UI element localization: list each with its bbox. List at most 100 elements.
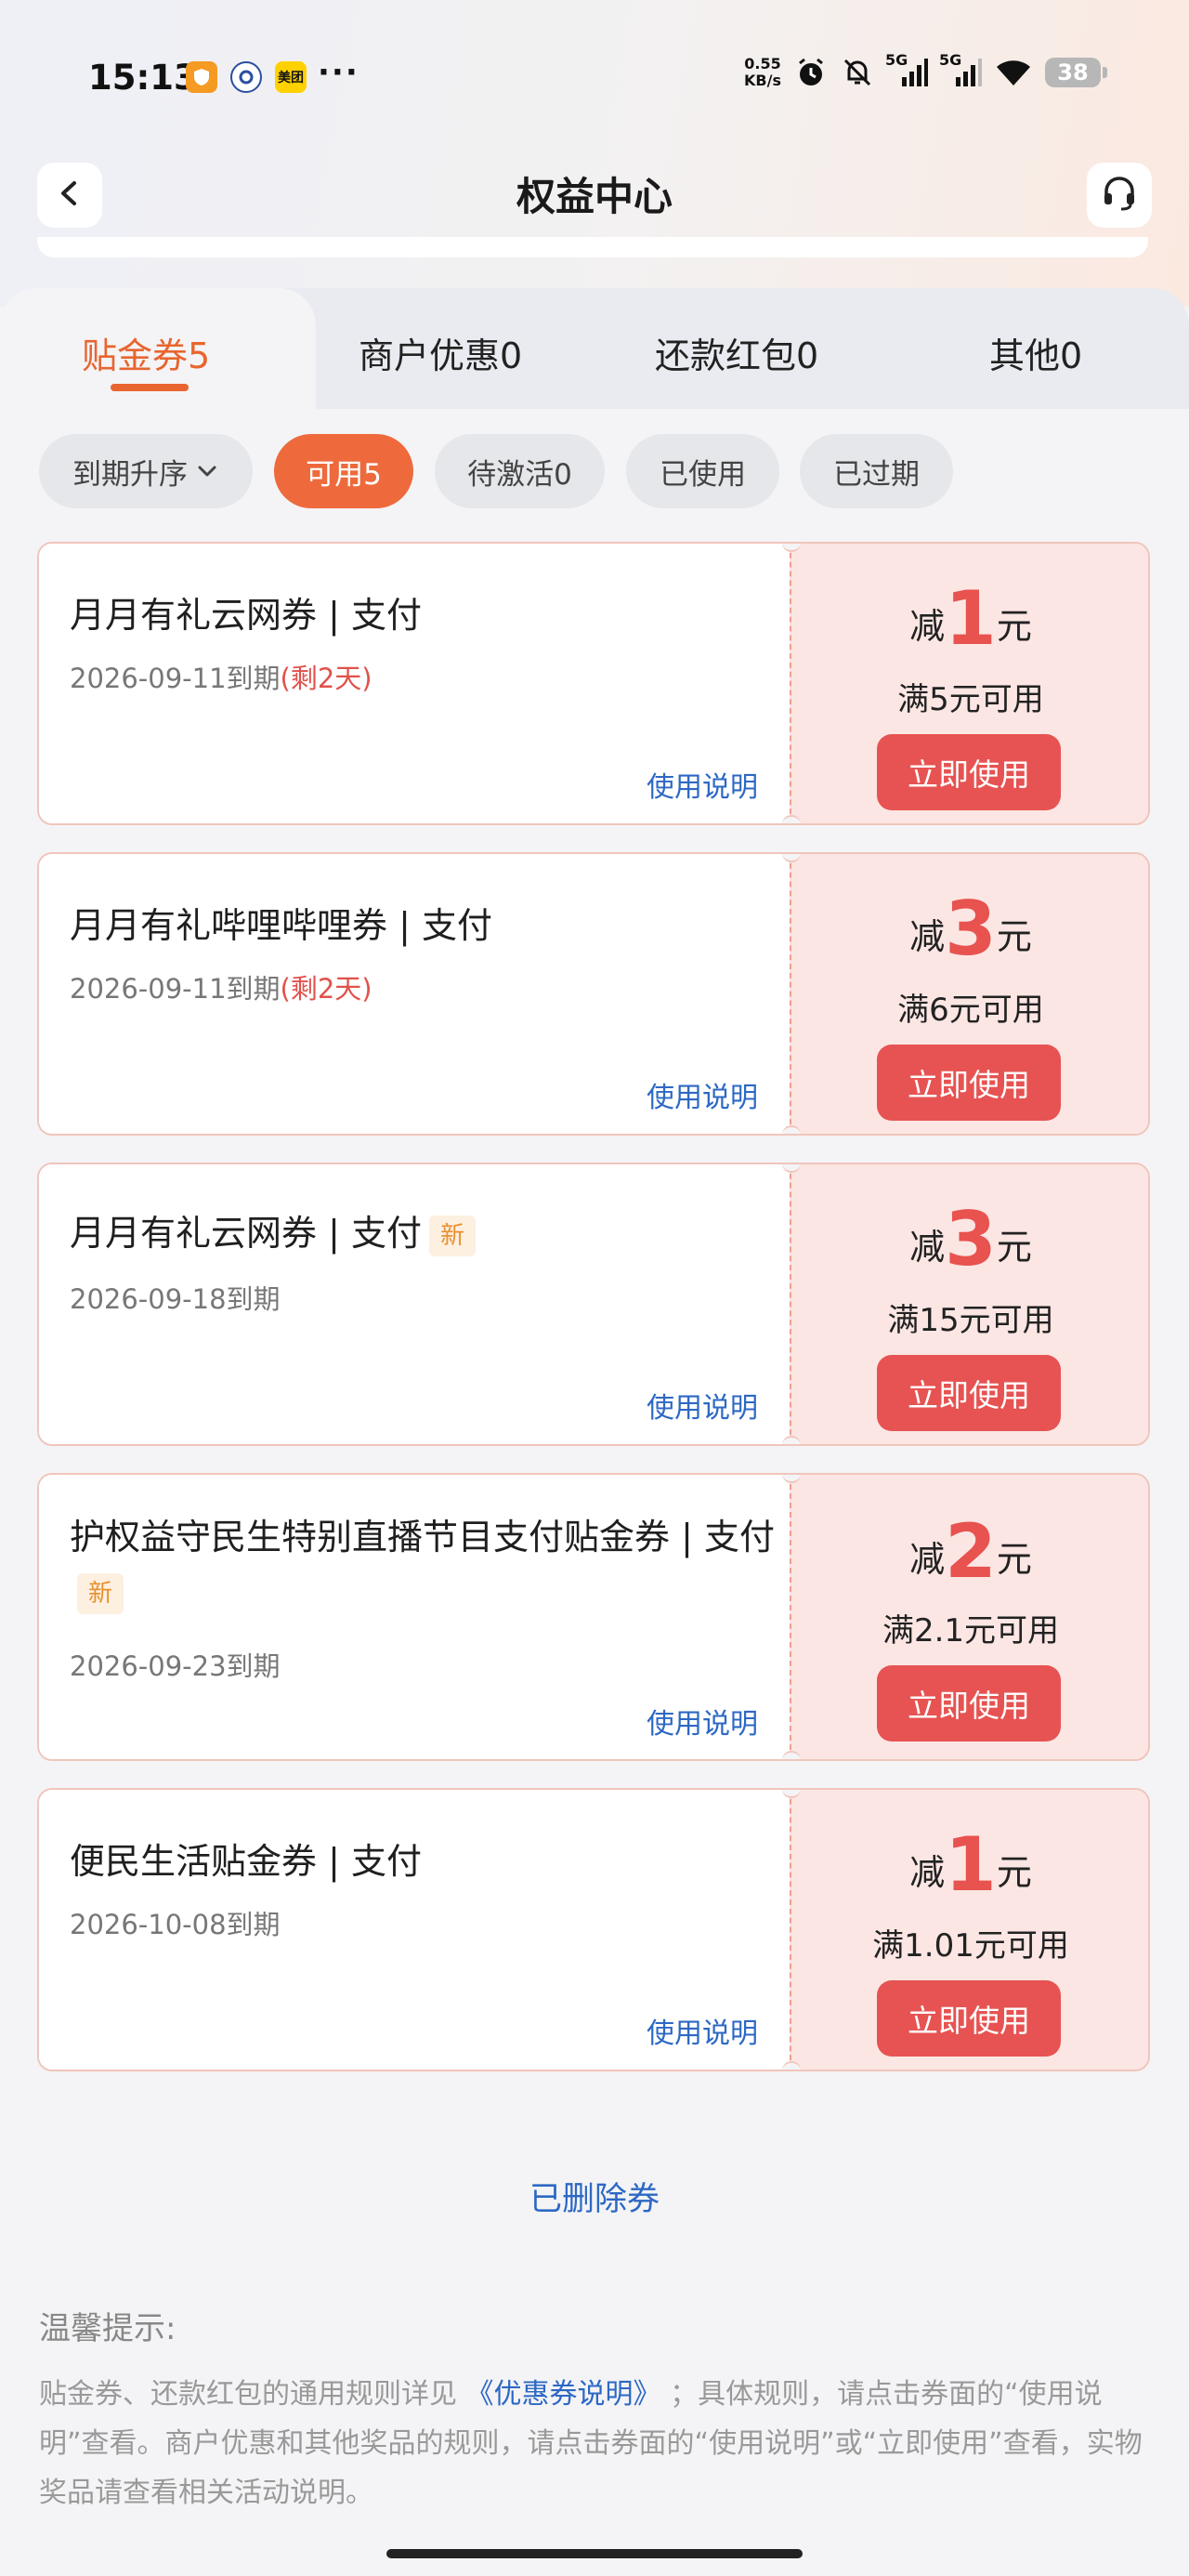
coupon-amount-prefix: 减 [909, 606, 946, 647]
coupon-title: 月月有礼云网券 | 支付新 [70, 1206, 776, 1260]
coupon-title: 便民生活贴金券 | 支付 [70, 1841, 422, 1882]
tab-coupons[interactable]: 贴金券5 [82, 327, 210, 378]
filter-pending-activation[interactable]: 待激活0 [435, 434, 605, 508]
coupon-amount-value: 3 [945, 1196, 997, 1282]
coupon-info: 月月有礼云网券 | 支付新 2026-09-18到期 使用说明 [39, 1164, 791, 1444]
new-badge: 新 [428, 1215, 476, 1256]
coupon-amount-value: 1 [945, 1821, 997, 1908]
coupon-card: 便民生活贴金券 | 支付 2026-10-08到期 使用说明 减1元 满1.01… [37, 1788, 1150, 2071]
coupon-card: 月月有礼哔哩哔哩券 | 支付 2026-09-11到期(剩2天) 使用说明 减3… [37, 852, 1150, 1136]
use-now-button[interactable]: 立即使用 [877, 1980, 1061, 2057]
coupon-condition: 满15元可用 [887, 1302, 1054, 1339]
coupon-card: 护权益守民生特别直播节目支付贴金券 | 支付新 2026-09-23到期 使用说… [37, 1473, 1150, 1761]
coupon-expiry: 2026-09-23到期 [70, 1645, 281, 1684]
coupon-usage-rules-link[interactable]: 使用说明 [647, 1701, 758, 1741]
tips-text-1: 贴金券、还款红包的通用规则详见 [39, 2378, 457, 2411]
coupon-usage-rules-link[interactable]: 使用说明 [647, 2010, 758, 2051]
coupon-expiry-date: 2026-09-11到期 [70, 973, 281, 1005]
net-speed-value: 0.55 [744, 55, 781, 72]
alarm-icon [794, 56, 828, 89]
use-now-button[interactable]: 立即使用 [877, 734, 1061, 810]
coupon-expiry: 2026-10-08到期 [70, 1903, 281, 1942]
signal-5g-icon: 5G [885, 51, 928, 88]
coupon-amount: 减1元 [791, 1821, 1148, 1908]
coupon-amount-prefix: 减 [909, 1227, 946, 1268]
coupon-expiry-date: 2026-09-11到期 [70, 663, 281, 694]
coupon-info: 月月有礼哔哩哔哩券 | 支付 2026-09-11到期(剩2天) 使用说明 [39, 854, 791, 1134]
header-card-strip [37, 237, 1148, 257]
filter-expired[interactable]: 已过期 [800, 434, 953, 508]
use-now-button[interactable]: 立即使用 [877, 1665, 1061, 1741]
signal-5g-label-2: 5G [939, 51, 962, 69]
coupon-amount-prefix: 减 [909, 1852, 946, 1893]
coupon-condition: 满1.01元可用 [872, 1927, 1069, 1965]
meituan-app-icon: 美团 [275, 61, 307, 93]
home-indicator[interactable] [386, 2549, 803, 2558]
coupon-title: 月月有礼哔哩哔哩券 | 支付 [70, 905, 492, 946]
coupon-title: 护权益守民生特别直播节目支付贴金券 | 支付新 [70, 1510, 776, 1618]
coupon-amount-prefix: 减 [909, 1539, 946, 1580]
coupon-remaining-days: (剩2天) [280, 973, 372, 1005]
baidu-app-icon [230, 61, 262, 93]
tab-other[interactable]: 其他0 [989, 327, 1082, 378]
customer-service-button[interactable] [1087, 163, 1152, 228]
page-title: 权益中心 [516, 174, 673, 219]
status-bar: 15:13 美团 ··· 0.55 KB/s 5G 5G 38 [0, 0, 1189, 158]
coupon-amount: 减3元 [791, 1196, 1148, 1282]
coupon-expiry: 2026-09-11到期(剩2天) [70, 657, 372, 696]
coupon-expiry: 2026-09-11到期(剩2天) [70, 967, 372, 1006]
coupon-amount-unit: 元 [996, 1852, 1032, 1893]
coupon-amount-value: 3 [945, 886, 997, 972]
chevron-down-icon [195, 459, 219, 483]
tab-merchant-offers[interactable]: 商户优惠0 [359, 327, 522, 378]
wifi-icon [995, 58, 1032, 87]
coupon-amount-value: 2 [945, 1508, 997, 1595]
mute-bell-icon [841, 56, 874, 89]
coupon-amount-unit: 元 [996, 1227, 1032, 1268]
coupon-amount: 减1元 [791, 575, 1148, 662]
use-now-button[interactable]: 立即使用 [877, 1355, 1061, 1431]
tips-title: 温馨提示: [39, 2310, 176, 2347]
coupon-amount-unit: 元 [996, 1539, 1032, 1580]
coupon-info: 月月有礼云网券 | 支付 2026-09-11到期(剩2天) 使用说明 [39, 544, 791, 823]
coupon-expiry-date: 2026-09-18到期 [70, 1283, 281, 1315]
coupon-description-link[interactable]: 《优惠券说明》 [466, 2378, 661, 2411]
coupon-condition: 满6元可用 [897, 992, 1044, 1029]
coupon-usage-rules-link[interactable]: 使用说明 [647, 1074, 758, 1115]
coupon-title-text: 护权益守民生特别直播节目支付贴金券 | 支付 [70, 1517, 775, 1557]
coupon-value-panel: 减1元 满1.01元可用 立即使用 [790, 1790, 1148, 2070]
coupon-usage-rules-link[interactable]: 使用说明 [647, 1385, 758, 1426]
tab-active-indicator [111, 384, 189, 391]
coupon-usage-rules-link[interactable]: 使用说明 [647, 764, 758, 805]
net-speed: 0.55 KB/s [744, 56, 781, 89]
use-now-button[interactable]: 立即使用 [877, 1045, 1061, 1121]
coupon-value-panel: 减2元 满2.1元可用 立即使用 [790, 1475, 1148, 1759]
coupon-title-text: 月月有礼云网券 | 支付 [70, 1213, 422, 1254]
coupon-expiry-date: 2026-10-08到期 [70, 1909, 281, 1940]
tips-body: 贴金券、还款红包的通用规则详见 《优惠券说明》 ；具体规则，请点击券面的“使用说… [39, 2370, 1154, 2517]
coupon-value-panel: 减1元 满5元可用 立即使用 [790, 544, 1148, 823]
filter-sort-label: 到期升序 [72, 457, 188, 492]
coupon-amount-prefix: 减 [909, 916, 946, 957]
coupon-info: 护权益守民生特别直播节目支付贴金券 | 支付新 2026-09-23到期 使用说… [39, 1475, 791, 1759]
coupon-value-panel: 减3元 满6元可用 立即使用 [790, 854, 1148, 1134]
more-notifications-icon: ··· [318, 54, 359, 91]
filter-available[interactable]: 可用5 [274, 434, 413, 508]
coupon-amount-value: 1 [945, 575, 997, 662]
coupon-card: 月月有礼云网券 | 支付 2026-09-11到期(剩2天) 使用说明 减1元 … [37, 542, 1150, 825]
deleted-coupons-link[interactable]: 已删除券 [0, 2173, 1189, 2220]
coupon-expiry: 2026-09-18到期 [70, 1278, 281, 1317]
battery-indicator: 38 [1045, 58, 1107, 87]
tab-repayment-redpacket[interactable]: 还款红包0 [655, 327, 818, 378]
signal-5g-icon-2: 5G [939, 51, 982, 88]
net-speed-unit: KB/s [744, 72, 781, 89]
filter-used[interactable]: 已使用 [626, 434, 779, 508]
status-right-group: 0.55 KB/s 5G 5G 38 [744, 51, 1107, 89]
coupon-title: 月月有礼云网券 | 支付 [70, 595, 422, 636]
coupon-amount-unit: 元 [996, 606, 1032, 647]
coupon-amount: 减3元 [791, 886, 1148, 972]
filter-sort-expiry[interactable]: 到期升序 [39, 434, 253, 508]
coupon-condition: 满2.1元可用 [882, 1612, 1060, 1649]
meituan-app-label: 美团 [278, 71, 304, 85]
coupon-card: 月月有礼云网券 | 支付新 2026-09-18到期 使用说明 减3元 满15元… [37, 1163, 1150, 1446]
